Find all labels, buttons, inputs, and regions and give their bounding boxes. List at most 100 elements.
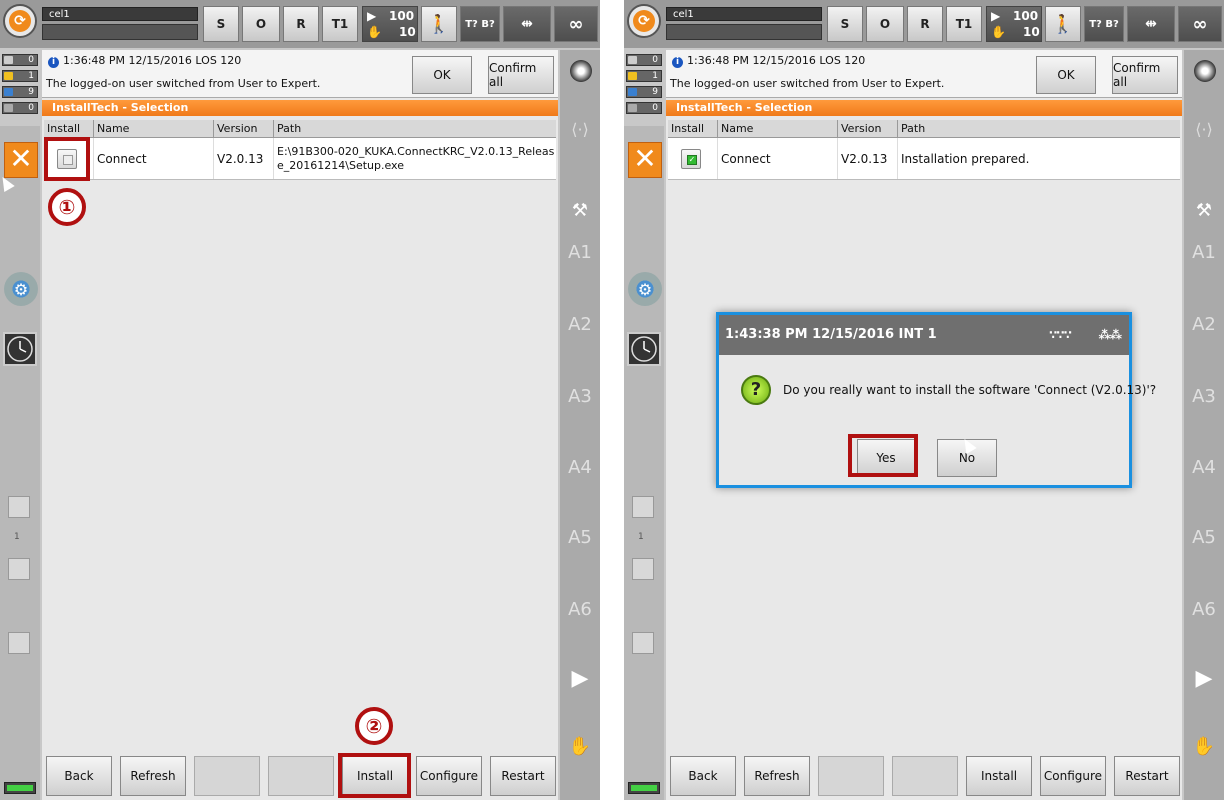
wait-message-icon <box>4 104 13 112</box>
dialog-header: 1:43:38 PM 12/15/2016 INT 1 ∵∵∵ ⁂⁂ <box>719 315 1129 355</box>
message-counters[interactable]: 0 1 9 0 <box>2 52 38 122</box>
col-name: Name <box>94 120 214 138</box>
axis-a4[interactable]: A4 <box>1184 457 1224 478</box>
highlight-install-button <box>338 753 411 798</box>
override-button[interactable]: ▶ 100 ✋ 10 <box>362 6 418 42</box>
incremental-button[interactable]: ⇹ <box>1127 6 1175 42</box>
axis-a5[interactable]: A5 <box>560 527 600 548</box>
path-cell: Installation prepared. <box>901 151 1030 166</box>
close-icon[interactable]: ✕ <box>628 142 662 178</box>
install-button[interactable]: Install <box>966 756 1032 796</box>
robot-arm-icon[interactable]: ⚒ <box>1184 200 1224 221</box>
walk-mode-button[interactable]: 🚶 <box>1045 6 1081 42</box>
ok-button[interactable]: OK <box>412 56 472 94</box>
axis-a2[interactable]: A2 <box>560 314 600 335</box>
drives-button[interactable]: O <box>242 6 280 42</box>
gear-icon[interactable]: ⚙ <box>4 272 38 306</box>
user-key-icon[interactable] <box>632 558 654 580</box>
install-checkbox[interactable]: ✓ <box>681 149 701 169</box>
robot-interpreter-button[interactable]: R <box>283 6 319 42</box>
axis-a3[interactable]: A3 <box>1184 386 1224 407</box>
tool-base-button[interactable]: T? B? <box>1084 6 1124 42</box>
user-key-icon[interactable] <box>8 496 30 518</box>
install-cell: ✓ <box>668 138 718 179</box>
back-button[interactable]: Back <box>46 756 112 796</box>
clock-icon[interactable] <box>3 332 37 366</box>
axis-a3[interactable]: A3 <box>560 386 600 407</box>
globe-icon[interactable] <box>1194 60 1216 82</box>
right-sidebar: ⟨·⟩ ⚒ A1 A2 A3 A4 A5 A6 ▶ ✋ <box>1184 50 1224 800</box>
robot-interpreter-button[interactable]: R <box>907 6 943 42</box>
configure-button[interactable]: Configure <box>416 756 482 796</box>
table-header: Install Name Version Path <box>44 120 556 138</box>
axis-a2[interactable]: A2 <box>1184 314 1224 335</box>
user-key-icon[interactable] <box>632 632 654 654</box>
prog-override-value: 100 <box>389 9 415 23</box>
gear-icon[interactable]: ⚙ <box>628 272 662 306</box>
axis-a1[interactable]: A1 <box>560 242 600 263</box>
walking-figure-icon: 🚶 <box>1051 13 1075 35</box>
message-time: i 1:36:48 PM 12/15/2016 LOS 120 <box>672 54 865 68</box>
version-cell: V2.0.13 <box>214 138 274 179</box>
axis-a1[interactable]: A1 <box>1184 242 1224 263</box>
message-counters[interactable]: 0 1 9 0 <box>626 52 662 122</box>
infinity-icon: ∞ <box>568 13 584 35</box>
play-icon: ▶ <box>367 9 377 23</box>
play-icon[interactable]: ▶ <box>560 666 600 691</box>
user-key-icon[interactable] <box>8 632 30 654</box>
jog-hand-icon[interactable]: ✋ <box>1184 736 1224 757</box>
walk-mode-button[interactable]: 🚶 <box>421 6 457 42</box>
play-icon[interactable]: ▶ <box>1184 666 1224 691</box>
configure-button[interactable]: Configure <box>1040 756 1106 796</box>
operating-mode-button[interactable]: T1 <box>322 6 358 42</box>
main-menu-button[interactable]: ⟳ <box>627 4 661 38</box>
incremental-button[interactable]: ⇹ <box>503 6 551 42</box>
submit-interpreter-button[interactable]: S <box>203 6 239 42</box>
back-button[interactable]: Back <box>670 756 736 796</box>
jog-hand-icon[interactable]: ✋ <box>560 736 600 757</box>
confirm-all-button[interactable]: Confirm all <box>488 56 554 94</box>
col-path: Path <box>277 122 302 135</box>
table-row[interactable]: ✓ Connect V2.0.13 Installation prepared. <box>668 138 1180 180</box>
message-text: The logged-on user switched from User to… <box>46 77 321 90</box>
confirm-install-dialog: 1:43:38 PM 12/15/2016 INT 1 ∵∵∵ ⁂⁂ ? Do … <box>716 312 1156 488</box>
submit-interpreter-button[interactable]: S <box>827 6 863 42</box>
robot-logo-icon: ⟳ <box>9 10 31 32</box>
continuous-button[interactable]: ∞ <box>554 6 598 42</box>
name-cell: Connect <box>718 138 838 179</box>
operating-mode-button[interactable]: T1 <box>946 6 982 42</box>
robot-logo-icon: ⟳ <box>633 10 655 32</box>
restart-button[interactable]: Restart <box>490 756 556 796</box>
close-icon[interactable]: ✕ <box>4 142 38 178</box>
ok-button[interactable]: OK <box>1036 56 1096 94</box>
col-version: Version <box>838 120 898 138</box>
user-key-icon[interactable] <box>632 496 654 518</box>
hmi-panel-after: ⟳ cel1 S O R T1 ▶ 100 ✋ 10 🚶 T? B? ⇹ ∞ 0… <box>624 0 1224 800</box>
refresh-button[interactable]: Refresh <box>744 756 810 796</box>
clock-icon[interactable] <box>627 332 661 366</box>
axis-a6[interactable]: A6 <box>560 599 600 620</box>
user-key-icon[interactable] <box>8 558 30 580</box>
globe-icon[interactable] <box>570 60 592 82</box>
info-message-icon <box>628 88 637 96</box>
drives-button[interactable]: O <box>866 6 904 42</box>
main-menu-button[interactable]: ⟳ <box>3 4 37 38</box>
info-icon: i <box>672 57 683 68</box>
table-row[interactable]: Connect V2.0.13 E:\91B300-020_KUKA.Conne… <box>44 138 556 180</box>
ack-count: 0 <box>652 55 658 65</box>
confirm-all-button[interactable]: Confirm all <box>1112 56 1178 94</box>
version-cell: V2.0.13 <box>838 138 898 179</box>
empty-softkey <box>194 756 260 796</box>
prog-override-value: 100 <box>1013 9 1039 23</box>
axis-a6[interactable]: A6 <box>1184 599 1224 620</box>
continuous-button[interactable]: ∞ <box>1178 6 1222 42</box>
restart-button[interactable]: Restart <box>1114 756 1180 796</box>
tool-base-button[interactable]: T? B? <box>460 6 500 42</box>
refresh-button[interactable]: Refresh <box>120 756 186 796</box>
stack-dots-icon: ⁂⁂ <box>1098 328 1122 342</box>
axis-a4[interactable]: A4 <box>560 457 600 478</box>
robot-arm-icon[interactable]: ⚒ <box>560 200 600 221</box>
info-icon: i <box>48 57 59 68</box>
override-button[interactable]: ▶ 100 ✋ 10 <box>986 6 1042 42</box>
axis-a5[interactable]: A5 <box>1184 527 1224 548</box>
